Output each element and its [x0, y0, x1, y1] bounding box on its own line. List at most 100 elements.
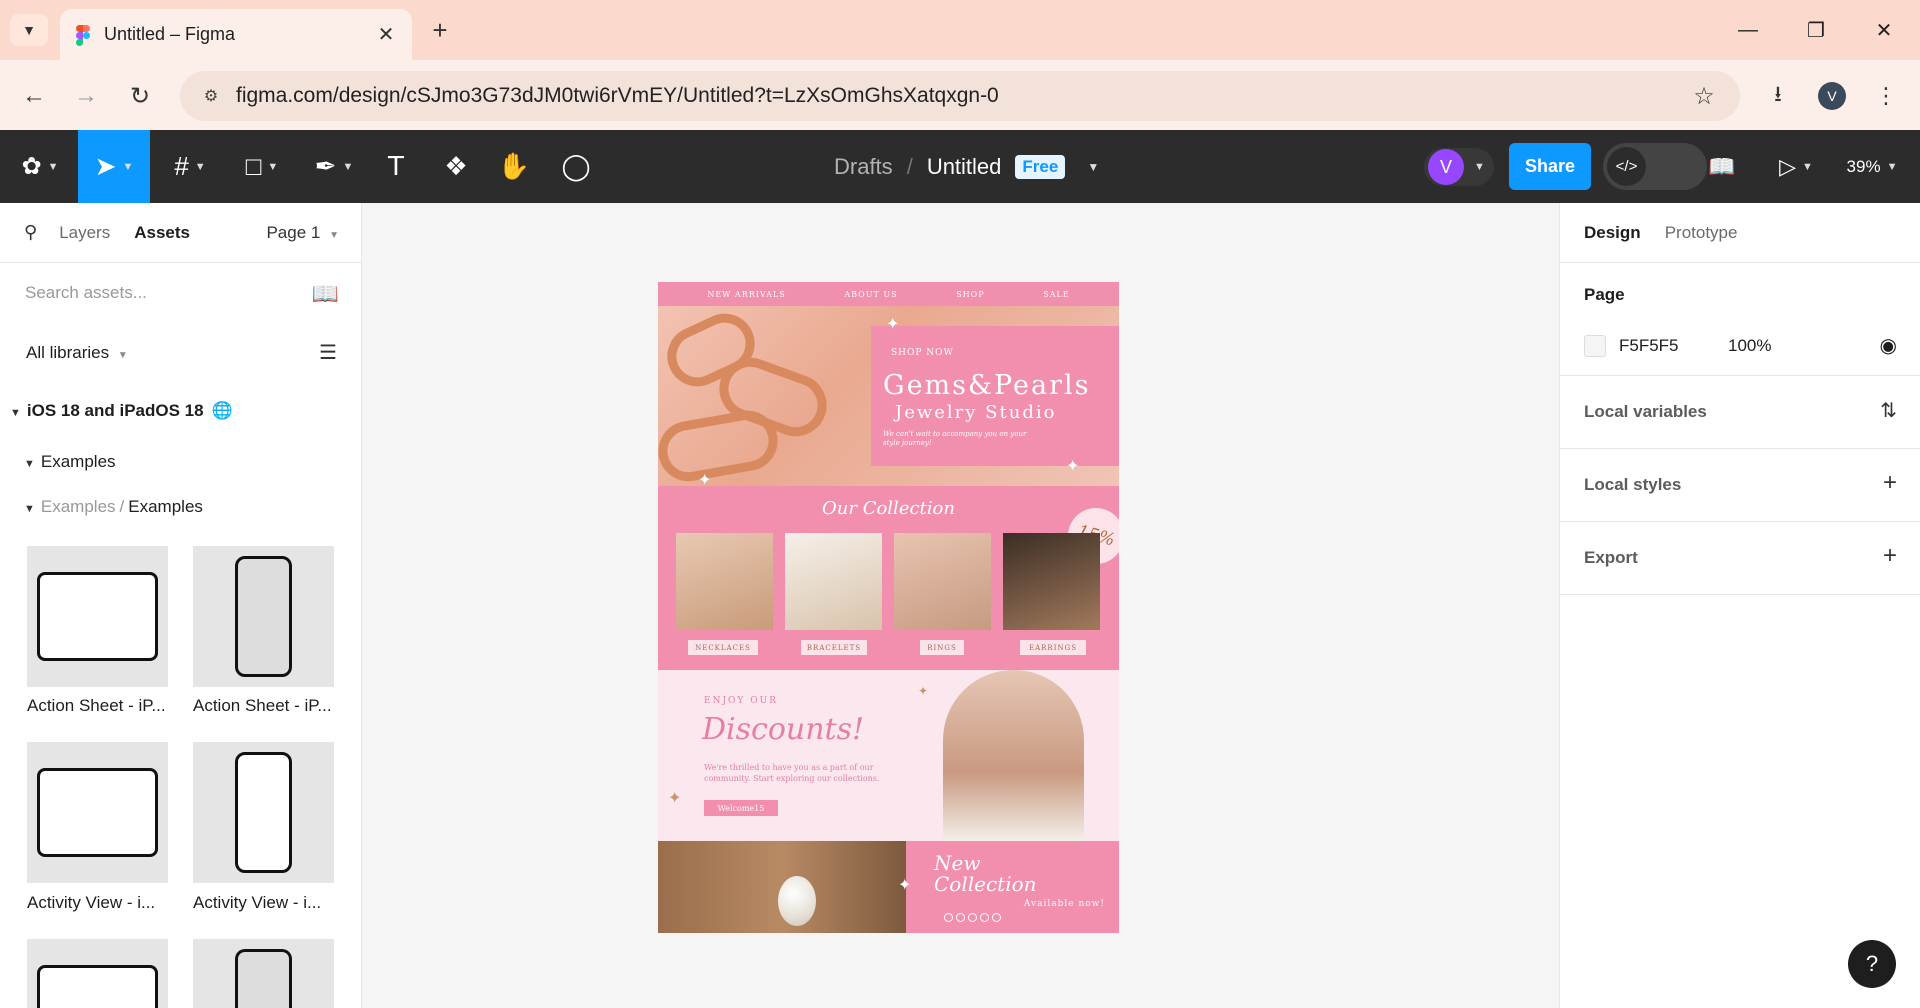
export-section[interactable]: Export + — [1560, 522, 1920, 595]
download-icon[interactable]: ⭳ — [1760, 78, 1796, 114]
ipad-preview — [37, 572, 158, 661]
discounts-text: We're thrilled to have you as a part of … — [704, 763, 880, 783]
local-styles-label: Local styles — [1584, 475, 1682, 494]
asset-thumbnail[interactable] — [27, 742, 168, 883]
hand-icon: ✋ — [497, 151, 531, 181]
page-color-swatch[interactable] — [1584, 335, 1606, 357]
file-title[interactable]: Untitled — [927, 154, 1002, 180]
eye-icon[interactable]: ◉ — [1880, 333, 1897, 358]
library-button[interactable]: 📖 — [1702, 130, 1742, 203]
subgroup-separator: / — [119, 497, 125, 516]
design-frame[interactable]: NEW ARRIVALS ABOUT US SHOP SALE SHOP NOW… — [658, 282, 1119, 933]
carousel-dots — [944, 913, 1001, 922]
asset-thumbnail[interactable] — [193, 546, 334, 687]
restore-icon[interactable]: ❐ — [1796, 14, 1836, 46]
text-tool-button[interactable]: T — [376, 130, 416, 203]
search-icon[interactable]: ⚲ — [24, 222, 37, 243]
carousel-dot — [992, 913, 1001, 922]
comment-tool-button[interactable]: ◯ — [556, 130, 596, 203]
page-selector[interactable]: Page 1 ▼ — [266, 223, 339, 243]
frame-icon: # — [174, 151, 189, 181]
asset-thumbnail[interactable] — [193, 742, 334, 883]
minimize-icon[interactable]: — — [1728, 14, 1768, 46]
tab-close-icon[interactable]: ✕ — [374, 23, 398, 47]
resources-button[interactable]: ❖ — [436, 130, 476, 203]
page-color-value[interactable]: F5F5F5 — [1619, 336, 1679, 356]
move-tool-button[interactable]: ➤ ▼ — [78, 130, 150, 203]
search-assets-input[interactable]: Search assets... — [25, 283, 147, 303]
present-button[interactable]: ▷ ▼ — [1768, 130, 1824, 203]
ipad-preview — [37, 768, 158, 857]
chevron-down-icon: ▼ — [1886, 160, 1898, 173]
book-icon: 📖 — [1708, 153, 1736, 179]
add-export-icon[interactable]: + — [1883, 542, 1897, 570]
back-icon[interactable]: ← — [16, 78, 52, 114]
tab-prototype[interactable]: Prototype — [1665, 223, 1738, 243]
library-header[interactable]: ▼ iOS 18 and iPadOS 18 🌐 — [10, 401, 233, 421]
asset-thumbnail[interactable] — [27, 546, 168, 687]
zoom-menu[interactable]: 39% ▼ — [1836, 130, 1908, 203]
dev-mode-toggle[interactable]: </> — [1603, 143, 1707, 190]
new-collection-section: New Collection Available now! ✦ — [658, 841, 1119, 933]
iphone-preview — [235, 752, 292, 873]
reload-icon[interactable]: ↻ — [122, 78, 158, 114]
product-label: BRACELETS — [801, 640, 867, 655]
chevron-down-icon: ▼ — [342, 160, 354, 173]
subgroup-parent: Examples — [40, 497, 116, 516]
forward-icon[interactable]: → — [68, 78, 104, 114]
tab-layers[interactable]: Layers — [59, 223, 110, 243]
pen-tool-button[interactable]: ✒ ▼ — [304, 130, 364, 203]
share-button[interactable]: Share — [1509, 143, 1591, 190]
variables-settings-icon[interactable]: ⇅ — [1880, 398, 1897, 423]
hand-tool-button[interactable]: ✋ — [494, 130, 534, 203]
profile-button[interactable]: V — [1814, 78, 1850, 114]
tab-search-dropdown-icon[interactable]: ▼ — [10, 14, 48, 46]
shape-tool-button[interactable]: □ ▼ — [232, 130, 292, 203]
tab-assets[interactable]: Assets — [134, 223, 190, 243]
caret-down-icon: ▼ — [24, 458, 35, 470]
new-tab-icon[interactable]: + — [424, 14, 456, 46]
profile-avatar: V — [1818, 82, 1846, 110]
pearl-image — [778, 876, 816, 926]
list-view-icon[interactable]: ☰ — [319, 340, 337, 365]
team-library-icon[interactable]: 📖 — [312, 281, 339, 307]
chevron-down-icon: ▼ — [194, 160, 206, 173]
add-style-icon[interactable]: + — [1883, 469, 1897, 497]
multiplayer-avatars[interactable]: V ▼ — [1424, 148, 1494, 186]
shop-now-label: SHOP NOW — [891, 348, 954, 358]
asset-label: Action Sheet - iP... — [27, 696, 166, 715]
comment-icon: ◯ — [561, 151, 591, 181]
chevron-down-icon: ▼ — [1474, 161, 1485, 173]
browser-menu-icon[interactable]: ⋮ — [1868, 78, 1904, 114]
asset-subgroup[interactable]: ▼ Examples / Examples — [24, 497, 203, 517]
browser-tab[interactable]: Untitled – Figma ✕ — [60, 9, 412, 60]
chevron-down-icon: ▼ — [47, 160, 59, 173]
local-styles-section[interactable]: Local styles + — [1560, 449, 1920, 522]
frame-tool-button[interactable]: # ▼ — [160, 130, 220, 203]
chevron-down-icon: ▼ — [329, 230, 339, 241]
studio-subtitle: Jewelry Studio — [895, 402, 1057, 423]
product-photo-earrings — [1003, 533, 1100, 630]
url-text[interactable]: figma.com/design/cSJmo3G73dJM0twi6rVmEY/… — [236, 84, 1686, 108]
asset-thumbnail[interactable] — [193, 939, 334, 1008]
site-settings-icon[interactable]: ⚙ — [200, 85, 222, 107]
bookmark-star-icon[interactable]: ☆ — [1686, 78, 1722, 114]
enjoy-label: ENJOY OUR — [704, 696, 778, 706]
libraries-filter[interactable]: All libraries ▼ — [26, 343, 128, 363]
local-variables-section[interactable]: Local variables ⇅ — [1560, 376, 1920, 449]
main-menu-button[interactable]: ✿ ▼ — [10, 130, 70, 203]
asset-thumbnail[interactable] — [27, 939, 168, 1008]
discounts-title: Discounts! — [702, 712, 865, 747]
tab-design[interactable]: Design — [1584, 223, 1641, 243]
help-button[interactable]: ? — [1848, 940, 1896, 988]
breadcrumb-drafts[interactable]: Drafts — [834, 154, 893, 180]
asset-group[interactable]: ▼ Examples — [24, 452, 116, 472]
new-title-line2: Collection — [934, 872, 1037, 896]
library-name: iOS 18 and iPadOS 18 — [26, 401, 204, 420]
page-opacity-value[interactable]: 100% — [1728, 336, 1771, 356]
url-field[interactable]: ⚙ figma.com/design/cSJmo3G73dJM0twi6rVmE… — [180, 71, 1740, 121]
close-window-icon[interactable]: ✕ — [1864, 14, 1904, 46]
file-menu-chevron-icon[interactable]: ▼ — [1087, 160, 1099, 174]
plan-badge[interactable]: Free — [1015, 154, 1066, 179]
export-label: Export — [1584, 548, 1638, 567]
